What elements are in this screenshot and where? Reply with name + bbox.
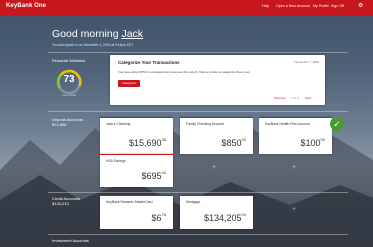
credit-label: Credit Accounts $134,213: [52, 196, 81, 206]
divider: [48, 234, 348, 235]
account-name: Jack's Checking: [106, 122, 131, 126]
divider: [48, 192, 348, 193]
settings-icon[interactable]: ⚙: [358, 3, 363, 10]
deposit-total: $72,808: [52, 122, 67, 127]
divider: [48, 52, 348, 53]
account-name: Family Checking Account: [186, 122, 225, 126]
wellness-label: Financial Wellness: [52, 58, 86, 63]
sign-off-link[interactable]: Sign Off: [331, 4, 344, 8]
account-name: HSA Savings: [106, 159, 126, 163]
previous-link[interactable]: Previous: [274, 96, 286, 100]
help-link[interactable]: Help: [262, 4, 269, 8]
pager-text: 1 of 3: [291, 96, 299, 100]
wellness-sub: out of 100: [62, 93, 76, 97]
deposit-label: Deposit Accounts $72,808: [52, 117, 83, 127]
add-account-icon[interactable]: +: [292, 206, 296, 213]
add-account-icon[interactable]: +: [292, 164, 296, 171]
wellness-score: 73: [63, 74, 75, 85]
account-card-hsa-savings[interactable]: HSA Savings $69540: [100, 154, 173, 187]
categorize-title: Categorize Your Transactions: [118, 60, 180, 65]
account-balance: $85000: [221, 137, 246, 148]
profile-link[interactable]: My Profile: [313, 4, 329, 8]
account-name: KeyBank Rewards MasterCard: [106, 200, 153, 204]
last-signin: You last signed in on November 4, 2015 a…: [52, 43, 134, 47]
top-bar: KeyBank One Help Open a New Account My P…: [0, 0, 373, 16]
next-link[interactable]: Next: [305, 96, 311, 100]
account-balance: $69540: [141, 170, 166, 181]
account-name: KeyBank Health Plus Account: [265, 122, 310, 126]
account-card-mortgage[interactable]: Mortgage $134,20500: [180, 195, 253, 229]
brand-logo[interactable]: KeyBank One: [6, 3, 46, 9]
add-account-icon[interactable]: +: [212, 164, 216, 171]
investment-label: Investment Accounts: [52, 238, 89, 243]
account-card-health-plus[interactable]: KeyBank Health Plus Account $10000: [259, 117, 332, 154]
account-card-jacks-checking[interactable]: Jack's Checking $15,69038: [100, 117, 173, 154]
checkmark-icon: ✓: [330, 117, 344, 131]
account-card-family-checking[interactable]: Family Checking Account $85000: [180, 117, 253, 154]
categorize-button[interactable]: Categorize: [118, 80, 140, 87]
account-balance: $134,20500: [204, 212, 246, 223]
credit-total: $134,213: [52, 201, 69, 206]
greeting: Good morning Jack: [52, 28, 144, 40]
open-account-link[interactable]: Open a New Account: [276, 4, 310, 8]
categorize-panel: Categorize Your Transactions November 7,…: [110, 55, 325, 105]
categorize-message: You have about $750 in uncategorized exp…: [118, 70, 251, 74]
account-name: Mortgage: [186, 200, 201, 204]
account-balance: $10000: [300, 137, 325, 148]
account-card-rewards-mastercard[interactable]: KeyBank Rewards MasterCard $678: [100, 195, 173, 229]
categorize-date: November 7, 2015: [294, 60, 319, 64]
divider: [48, 111, 348, 112]
user-name-link[interactable]: Jack: [121, 28, 143, 40]
account-balance: $678: [151, 212, 166, 223]
account-balance: $15,69038: [129, 137, 166, 148]
